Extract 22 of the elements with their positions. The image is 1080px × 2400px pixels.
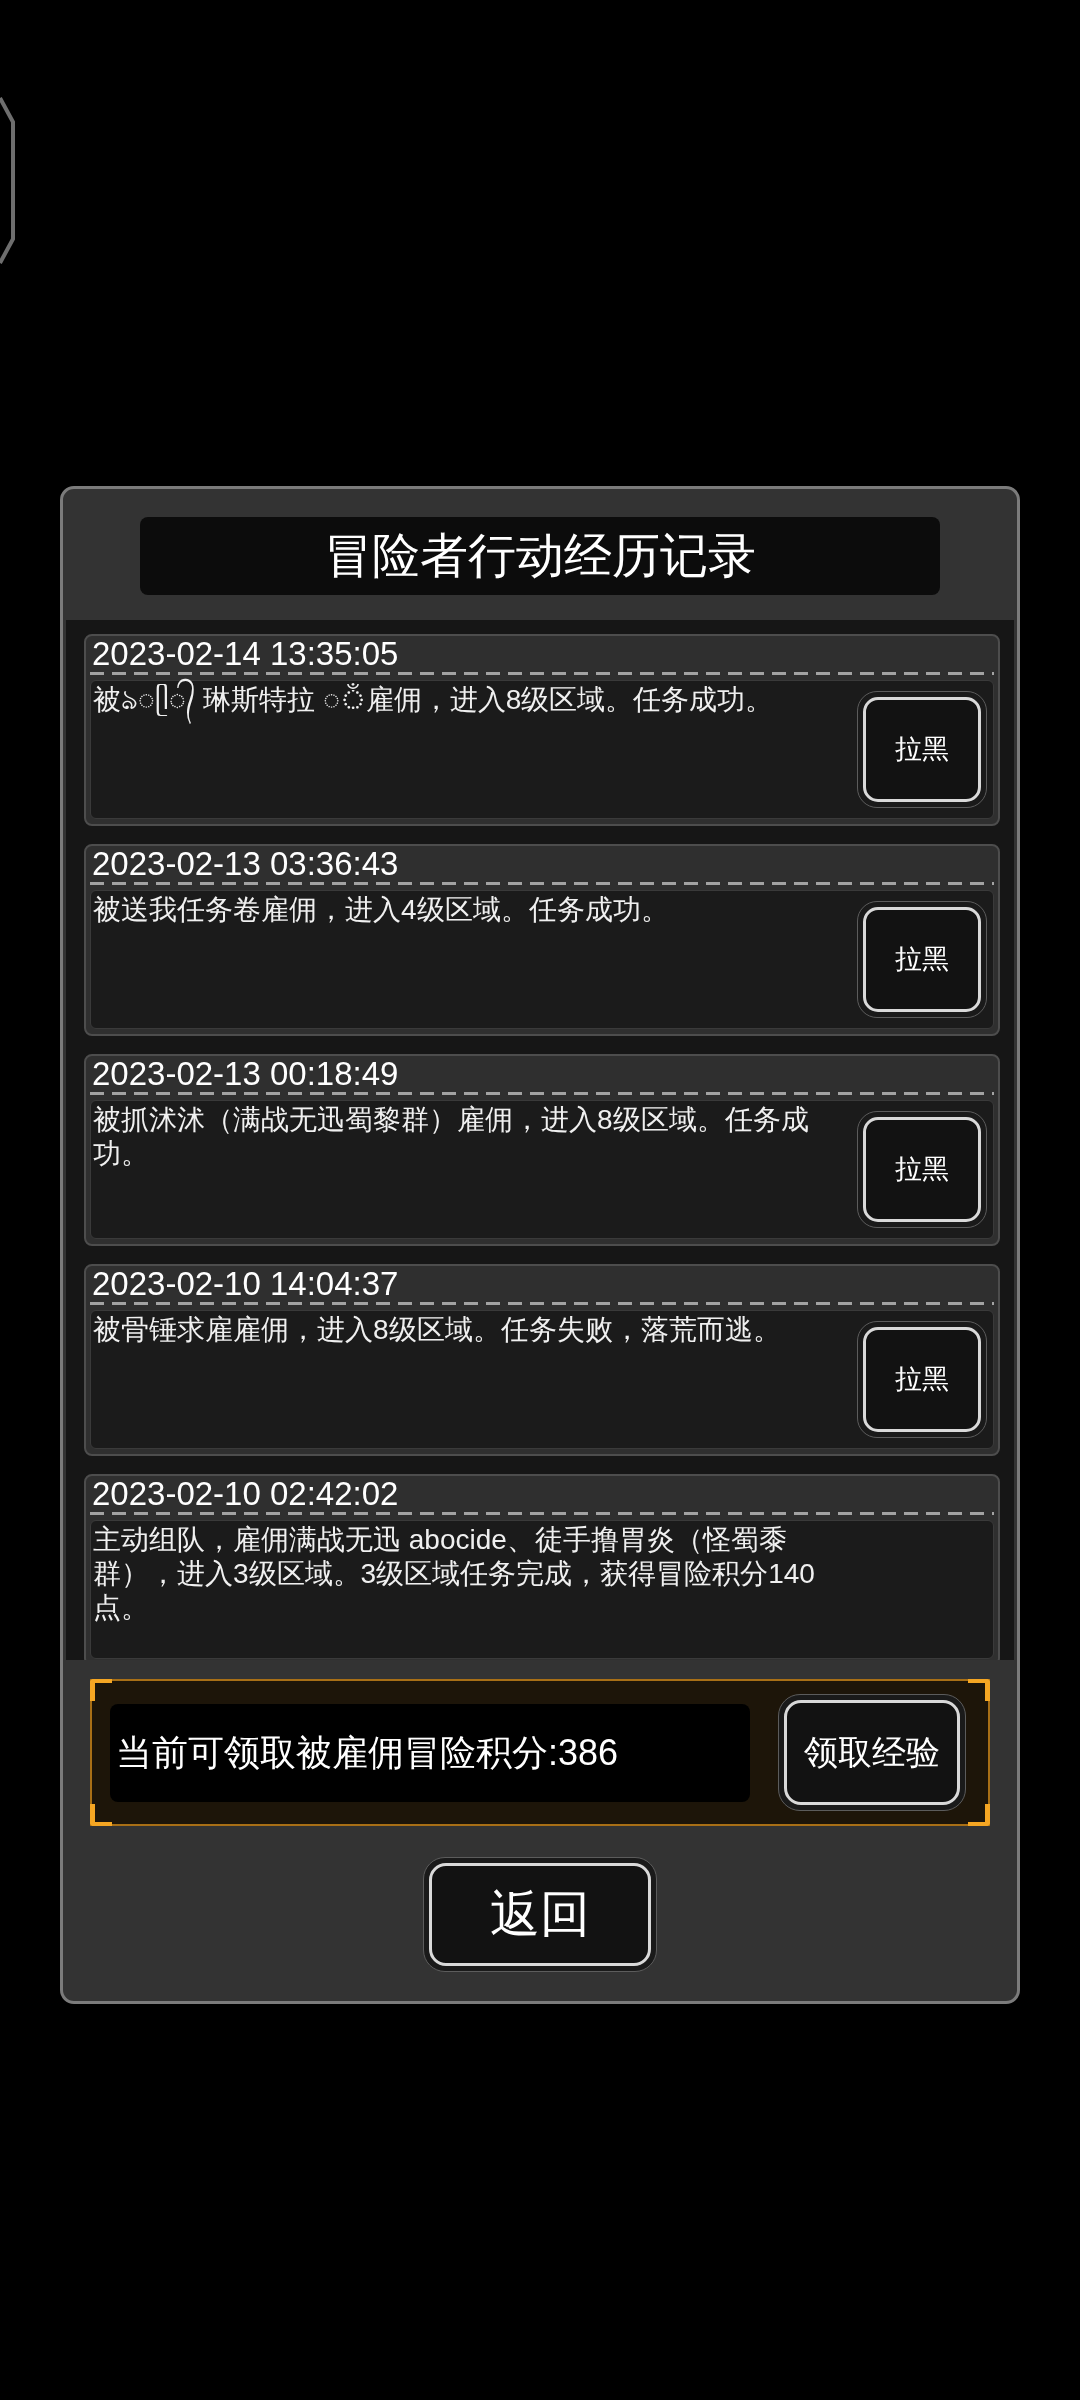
record-text: 主动组队，雇佣满战无迅 abocide、徒手撸胃炎（怪蜀黍群），进入3级区域。3级区域任务完成，获得冒险积分140点。	[93, 1523, 816, 1625]
record-text: 被抓沭沭（满战无迅蜀黎群）雇佣，进入8级区域。任务成功。	[93, 1103, 810, 1171]
block-button[interactable]: 拉黑	[857, 1111, 987, 1228]
record-text: 被骨锤求雇雇佣，进入8级区域。任务失败，落荒而逃。	[93, 1313, 782, 1347]
block-button[interactable]: 拉黑	[857, 691, 987, 808]
record-text: 被送我任务卷雇佣，进入4级区域。任务成功。	[93, 893, 670, 927]
record-time: 2023-02-13 03:36:43	[92, 846, 399, 882]
corner-bracket	[968, 1804, 990, 1826]
record-text: 被ঌ◌ᥫ᭄ 琳斯特拉 ◌ঁ雇佣，进入8级区域。任务成功。	[93, 678, 833, 724]
back-button[interactable]: 返回	[423, 1857, 657, 1972]
corner-bracket	[90, 1679, 112, 1701]
corner-bracket	[968, 1679, 990, 1701]
record-time: 2023-02-13 00:18:49	[92, 1056, 399, 1092]
block-button[interactable]: 拉黑	[857, 901, 987, 1018]
block-button[interactable]: 拉黑	[857, 1321, 987, 1438]
record-time: 2023-02-14 13:35:05	[92, 636, 399, 672]
dialog-title: 冒险者行动经历记录	[140, 517, 940, 595]
points-readout: 当前可领取被雇佣冒险积分:386	[110, 1703, 750, 1802]
claim-exp-button[interactable]: 领取经验	[778, 1694, 966, 1811]
record-time: 2023-02-10 14:04:37	[92, 1266, 399, 1302]
corner-bracket	[90, 1804, 112, 1826]
record-time: 2023-02-10 02:42:02	[92, 1476, 399, 1512]
